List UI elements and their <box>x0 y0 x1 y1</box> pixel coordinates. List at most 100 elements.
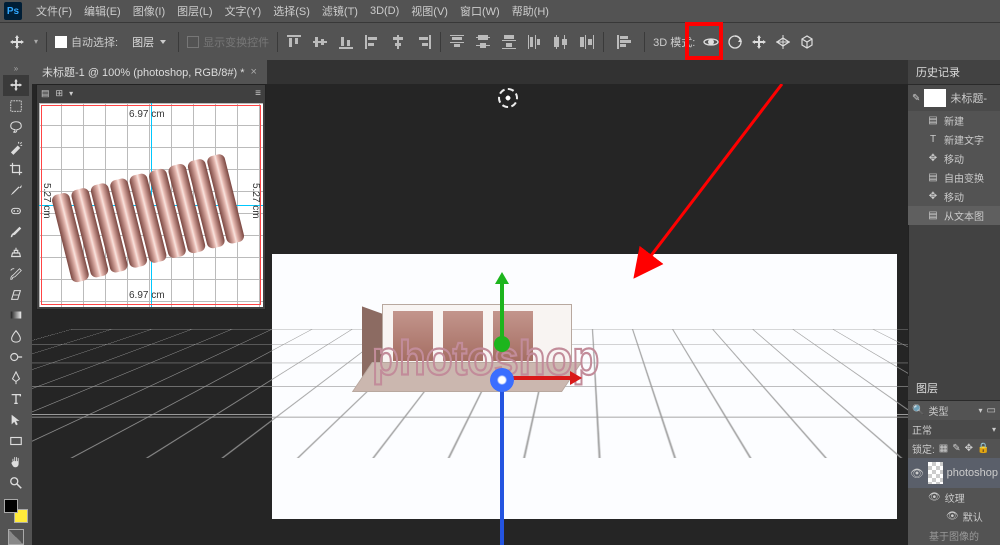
lock-move-icon[interactable]: ✥ <box>965 443 973 454</box>
tool-preset-dropdown-icon[interactable]: ▾ <box>34 37 38 46</box>
history-item[interactable]: ✥移动 <box>908 149 1000 168</box>
distribute-top-icon[interactable] <box>449 34 465 50</box>
marquee-tool-icon[interactable] <box>3 96 29 117</box>
menu-edit[interactable]: 编辑(E) <box>78 0 127 22</box>
layer-row[interactable]: 👁 photoshop <box>908 458 1000 488</box>
align-hcenter-icon[interactable] <box>390 34 406 50</box>
toolbox-collapse-icon[interactable]: » <box>14 64 18 73</box>
history-brush-tool-icon[interactable] <box>3 263 29 284</box>
window-menu-icon[interactable]: ▤ <box>41 88 50 99</box>
dodge-tool-icon[interactable] <box>3 347 29 368</box>
quick-mask-icon[interactable] <box>8 529 24 545</box>
auto-select-target-dropdown[interactable]: 图层 <box>126 32 170 52</box>
type-tool-icon[interactable] <box>3 389 29 410</box>
distribute-vcenter-icon[interactable] <box>475 34 491 50</box>
lock-all-icon[interactable]: 🔒 <box>977 443 989 454</box>
canvas-area[interactable]: photoshop ▤ ⊞ ▾ ≡ <box>32 84 908 545</box>
auto-select-checkbox[interactable]: 自动选择: <box>55 34 118 50</box>
history-item[interactable]: ▤从文本图 <box>908 206 1000 225</box>
3d-pan-icon[interactable] <box>751 34 767 50</box>
hand-tool-icon[interactable] <box>3 451 29 472</box>
healing-brush-tool-icon[interactable] <box>3 200 29 221</box>
move-tool-icon[interactable] <box>8 33 26 51</box>
3d-text-object[interactable]: photoshop <box>382 304 612 414</box>
history-panel-tab[interactable]: 历史记录 <box>908 60 1000 85</box>
menu-filter[interactable]: 滤镜(T) <box>316 0 364 22</box>
history-item[interactable]: ✥移动 <box>908 187 1000 206</box>
document-tab[interactable]: 未标题-1 @ 100% (photoshop, RGB/8#) * × <box>32 60 267 84</box>
rectangle-tool-icon[interactable] <box>3 430 29 451</box>
menu-3d[interactable]: 3D(D) <box>364 2 405 20</box>
z-axis-gizmo[interactable] <box>500 378 504 545</box>
filter-icon[interactable]: ▭ <box>987 405 996 416</box>
lock-brush-icon[interactable]: ✎ <box>952 443 960 454</box>
menu-view[interactable]: 视图(V) <box>405 0 454 22</box>
3d-slide-icon[interactable] <box>775 34 791 50</box>
history-snapshot-row[interactable]: ✎ 未标题- <box>908 85 1000 111</box>
history-item[interactable]: ▤自由变换 <box>908 168 1000 187</box>
divider <box>178 32 179 52</box>
magic-wand-tool-icon[interactable] <box>3 138 29 159</box>
lasso-tool-icon[interactable] <box>3 117 29 138</box>
align-left-icon[interactable] <box>364 34 380 50</box>
distribute-left-icon[interactable] <box>527 34 543 50</box>
3d-roll-icon[interactable] <box>727 34 743 50</box>
blur-tool-icon[interactable] <box>3 326 29 347</box>
visibility-icon[interactable]: 👁 <box>910 467 924 480</box>
history-item[interactable]: T新建文字 <box>908 130 1000 149</box>
search-icon[interactable]: 🔍 <box>912 405 924 416</box>
axis-origin-handle[interactable] <box>490 368 514 392</box>
window-menu-icon[interactable]: ≡ <box>255 88 261 99</box>
path-selection-tool-icon[interactable] <box>3 410 29 431</box>
menu-file[interactable]: 文件(F) <box>30 0 78 22</box>
auto-align-icon[interactable] <box>616 34 632 50</box>
menu-window[interactable]: 窗口(W) <box>454 0 506 22</box>
color-swatches[interactable] <box>4 499 28 523</box>
visibility-icon[interactable]: 👁 <box>928 492 941 503</box>
align-vcenter-icon[interactable] <box>312 34 328 50</box>
align-top-icon[interactable] <box>286 34 302 50</box>
layers-panel-tab[interactable]: 图层 <box>908 376 1000 401</box>
foreground-color-swatch[interactable] <box>4 499 18 513</box>
layer-effect-row[interactable]: 👁 默认 <box>908 507 1000 526</box>
distribute-bottom-icon[interactable] <box>501 34 517 50</box>
blend-mode-dropdown[interactable]: 正常 <box>908 420 1000 439</box>
move-tool-icon[interactable] <box>3 75 29 96</box>
y-axis-gizmo[interactable] <box>500 282 504 342</box>
pen-tool-icon[interactable] <box>3 368 29 389</box>
dropdown-icon[interactable]: ▾ <box>979 406 983 415</box>
align-right-icon[interactable] <box>416 34 432 50</box>
zoom-tool-icon[interactable] <box>3 472 29 493</box>
file-icon: ▤ <box>926 114 940 128</box>
secondary-view-window[interactable]: ▤ ⊞ ▾ ≡ 6.97 cm 6.97 cm <box>36 84 266 310</box>
gradient-tool-icon[interactable] <box>3 305 29 326</box>
close-icon[interactable]: × <box>251 66 257 78</box>
3d-mode-label: 3D 模式: <box>653 34 695 50</box>
brush-tool-icon[interactable] <box>3 221 29 242</box>
history-item[interactable]: ▤新建 <box>908 111 1000 130</box>
3d-orbit-icon[interactable] <box>703 34 719 50</box>
menu-image[interactable]: 图像(I) <box>127 0 171 22</box>
menu-layer[interactable]: 图层(L) <box>171 0 218 22</box>
window-menu-icon[interactable]: ⊞ <box>56 88 64 99</box>
layer-effect-row[interactable]: 👁 纹理 <box>908 488 1000 507</box>
crop-tool-icon[interactable] <box>3 159 29 180</box>
visibility-icon[interactable]: 👁 <box>946 511 959 522</box>
secondary-view-canvas: 6.97 cm 6.97 cm 5.27 cm 5.27 cm <box>39 103 263 307</box>
eraser-tool-icon[interactable] <box>3 284 29 305</box>
menu-type[interactable]: 文字(Y) <box>219 0 268 22</box>
y-axis-handle[interactable] <box>494 336 510 352</box>
menu-help[interactable]: 帮助(H) <box>506 0 555 22</box>
lock-pixels-icon[interactable]: ▦ <box>939 443 948 454</box>
3d-scale-icon[interactable] <box>799 34 815 50</box>
eyedropper-tool-icon[interactable] <box>3 180 29 201</box>
window-menu-dropdown-icon[interactable]: ▾ <box>69 89 73 98</box>
distribute-right-icon[interactable] <box>579 34 595 50</box>
type-icon: T <box>926 133 940 147</box>
show-transform-controls-checkbox[interactable]: 显示变换控件 <box>187 34 269 50</box>
clone-stamp-tool-icon[interactable] <box>3 242 29 263</box>
align-bottom-icon[interactable] <box>338 34 354 50</box>
distribute-hcenter-icon[interactable] <box>553 34 569 50</box>
history-panel: 历史记录 ✎ 未标题- ▤新建 T新建文字 ✥移动 ▤自由变换 ✥移动 ▤从文本… <box>908 60 1000 225</box>
menu-select[interactable]: 选择(S) <box>267 0 316 22</box>
